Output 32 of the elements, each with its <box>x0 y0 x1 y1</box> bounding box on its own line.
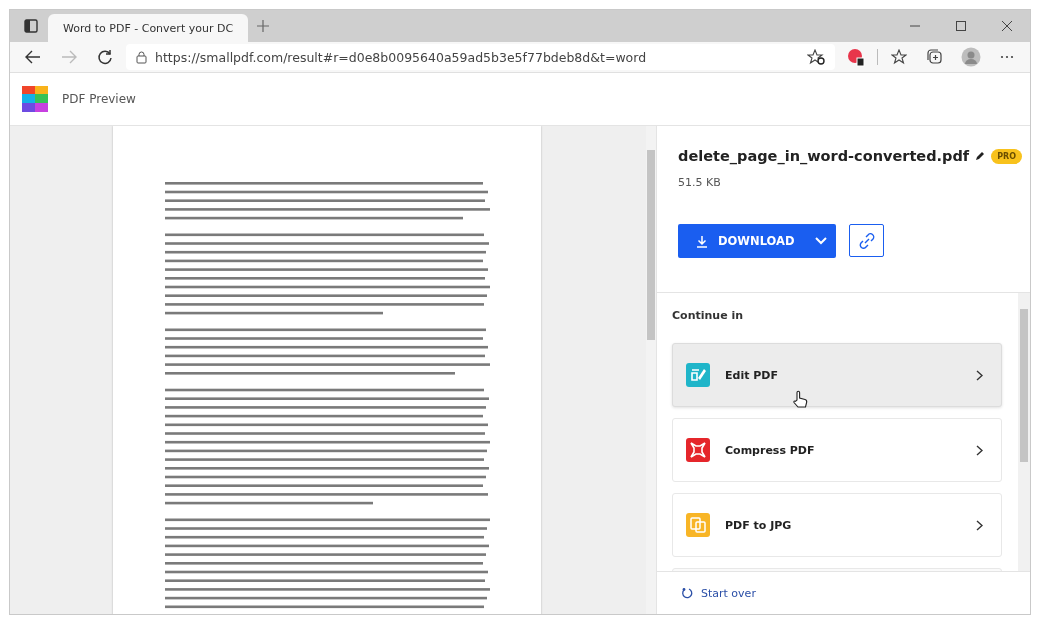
tab-title: Word to PDF - Convert your DC <box>63 21 234 35</box>
file-name: delete_page_in_word-converted.pdf <box>678 148 970 164</box>
browser-tab[interactable]: Word to PDF - Convert your DC <box>48 14 248 42</box>
lock-icon <box>136 50 147 64</box>
add-favorite-icon[interactable] <box>807 49 825 65</box>
caret-icon[interactable] <box>815 237 827 245</box>
app-title: PDF Preview <box>62 92 136 106</box>
download-icon <box>696 234 708 248</box>
tool-label: Compress PDF <box>725 443 816 457</box>
tool-card[interactable]: Compress PDF <box>672 418 1002 482</box>
scrollbar-thumb[interactable] <box>647 150 655 340</box>
copy-link-button[interactable] <box>849 224 884 257</box>
hand-cursor-icon <box>792 390 808 410</box>
address-bar[interactable]: https://smallpdf.com/result#r=d0e8b0095640a59ad5b3e5f77bdeb8d&t=word <box>126 44 835 70</box>
scrollbar-thumb[interactable] <box>1020 309 1028 462</box>
pro-badge: PRO <box>991 148 1022 164</box>
tool-label: PDF to JPG <box>725 518 793 532</box>
undo-icon <box>681 587 693 599</box>
url-text: https://smallpdf.com/result#r=d0e8b0095640a59ad5b3e5f77bdeb8d&t=word <box>155 49 648 65</box>
pencil-icon[interactable] <box>975 151 986 161</box>
chevron-right-icon <box>976 519 983 531</box>
tool-card[interactable]: Edit PDF <box>672 343 1002 407</box>
start-over-button[interactable]: Start over <box>681 586 756 600</box>
section-heading: Continue in <box>672 309 745 322</box>
download-button[interactable]: DOWNLOAD <box>678 224 836 258</box>
file-size: 51.5 KB <box>678 176 722 189</box>
link-icon <box>858 232 875 249</box>
smallpdf-logo-icon <box>22 86 48 112</box>
tool-label: Edit PDF <box>725 368 779 382</box>
tool-card[interactable]: PDF to JPG <box>672 493 1002 557</box>
chevron-right-icon <box>976 444 983 456</box>
chevron-right-icon <box>976 369 983 381</box>
